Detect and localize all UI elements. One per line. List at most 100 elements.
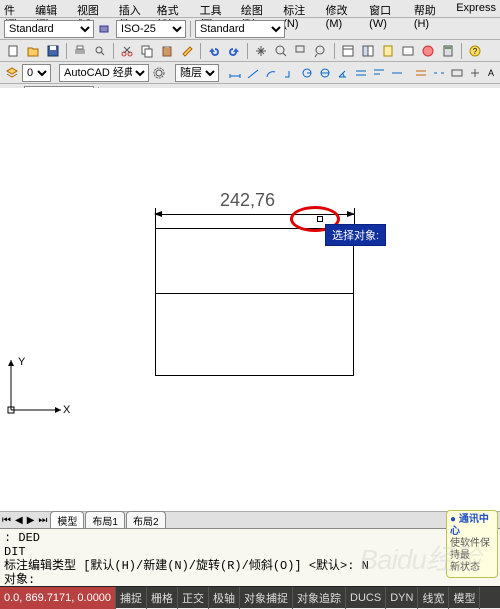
tab-first-icon[interactable]: ⏮ <box>0 515 13 526</box>
command-window[interactable]: : DED DIT 标注编辑类型 [默认(H)/新建(N)/旋转(R)/倾斜(O… <box>0 528 500 586</box>
menu-dim[interactable]: 标注(N) <box>283 2 317 15</box>
separator <box>113 43 114 59</box>
undo-icon[interactable] <box>205 42 223 60</box>
markup-icon[interactable] <box>419 42 437 60</box>
menu-modify[interactable]: 修改(M) <box>326 2 362 15</box>
rectangle[interactable] <box>155 228 354 376</box>
toolpalette-icon[interactable] <box>379 42 397 60</box>
statusbar: 0.0, 869.7171, 0.0000 捕捉 栅格 正交 极轴 对象捕捉 对… <box>0 586 500 608</box>
save-icon[interactable] <box>44 42 62 60</box>
dim-ordinate-icon[interactable] <box>281 64 297 82</box>
tolerance-icon[interactable] <box>449 64 465 82</box>
status-ducs[interactable]: DUCS <box>346 587 386 609</box>
menu-insert[interactable]: 插入(I) <box>119 2 149 15</box>
menu-draw[interactable]: 绘图(D) <box>241 2 275 15</box>
cmd-line: : DED <box>4 531 496 545</box>
gear-icon[interactable] <box>151 64 167 82</box>
status-coords[interactable]: 0.0, 869.7171, 0.0000 <box>0 587 116 609</box>
dcenter-icon[interactable] <box>359 42 377 60</box>
dim-arc-icon[interactable] <box>263 64 279 82</box>
menubar: 件(F) 编辑(E) 视图(V) 插入(I) 格式(O) 工具(T) 绘图(D)… <box>0 0 500 18</box>
status-ortho[interactable]: 正交 <box>178 587 209 609</box>
matchprop-icon[interactable] <box>178 42 196 60</box>
tab-next-icon[interactable]: ▶ <box>25 515 37 526</box>
status-lwt[interactable]: 线宽 <box>418 587 449 609</box>
menu-format[interactable]: 格式(O) <box>157 2 192 15</box>
status-otrack[interactable]: 对象追踪 <box>293 587 346 609</box>
tab-last-icon[interactable]: ⏭ <box>36 515 49 526</box>
pick-cursor <box>317 216 323 222</box>
pan-icon[interactable] <box>252 42 270 60</box>
menu-window[interactable]: 窗口(W) <box>369 2 406 15</box>
dim-angular-icon[interactable] <box>335 64 351 82</box>
svg-text:A: A <box>488 68 494 78</box>
balloon-text: 使软件保持最 <box>450 538 494 562</box>
dim-linear-icon[interactable] <box>227 64 243 82</box>
dim-aligned-icon[interactable] <box>245 64 261 82</box>
tab-model[interactable]: 模型 <box>50 511 84 529</box>
layer-manager-icon[interactable] <box>4 64 20 82</box>
workspace-drop[interactable]: AutoCAD 经典 <box>59 64 149 82</box>
status-model[interactable]: 模型 <box>449 587 480 609</box>
separator <box>461 43 462 59</box>
toolbar-standard: ? <box>0 40 500 62</box>
color-drop[interactable]: 随层 <box>175 64 219 82</box>
comm-center-balloon[interactable]: ● 通讯中心 使软件保持最 新状态 <box>446 510 498 578</box>
dim-style-drop[interactable]: ISO-25 <box>116 20 186 38</box>
centermark-icon[interactable] <box>467 64 483 82</box>
redo-icon[interactable] <box>225 42 243 60</box>
mid-line[interactable] <box>155 293 354 294</box>
balloon-text: 新状态 <box>450 562 494 574</box>
separator <box>190 21 191 37</box>
text-style-drop[interactable]: Standard <box>4 20 94 38</box>
calc-icon[interactable] <box>439 42 457 60</box>
menu-file[interactable]: 件(F) <box>4 2 27 15</box>
status-snap[interactable]: 捕捉 <box>116 587 147 609</box>
separator <box>66 43 67 59</box>
dim-continue-icon[interactable] <box>389 64 405 82</box>
dim-space-icon[interactable] <box>413 64 429 82</box>
arrow-left-icon <box>154 210 164 220</box>
properties-icon[interactable] <box>339 42 357 60</box>
cut-icon[interactable] <box>118 42 136 60</box>
zoom-icon[interactable] <box>272 42 290 60</box>
menu-help[interactable]: 帮助(H) <box>414 2 448 15</box>
svg-text:?: ? <box>473 47 478 56</box>
arrow-right-icon <box>347 210 357 220</box>
status-osnap[interactable]: 对象捕捉 <box>240 587 293 609</box>
tab-layout2[interactable]: 布局2 <box>126 511 166 529</box>
sheet-icon[interactable] <box>399 42 417 60</box>
status-grid[interactable]: 栅格 <box>147 587 178 609</box>
ucs-x-label: X <box>63 404 71 416</box>
dim-quick-icon[interactable] <box>353 64 369 82</box>
preview-icon[interactable] <box>91 42 109 60</box>
menu-view[interactable]: 视图(V) <box>77 2 111 15</box>
cmd-line: 标注编辑类型 [默认(H)/新建(N)/旋转(R)/倾斜(O)] <默认>: N <box>4 559 496 573</box>
paste-icon[interactable] <box>158 42 176 60</box>
open-icon[interactable] <box>24 42 42 60</box>
paint-icon[interactable] <box>96 20 114 38</box>
cmd-prompt[interactable]: 对象: <box>4 573 496 586</box>
print-icon[interactable] <box>71 42 89 60</box>
zoom-window-icon[interactable] <box>292 42 310 60</box>
menu-edit[interactable]: 编辑(E) <box>35 2 69 15</box>
drawing-canvas[interactable]: 242,76 选择对象: Y X <box>0 88 500 518</box>
dimension-text[interactable]: 242,76 <box>220 190 275 211</box>
zoom-prev-icon[interactable] <box>312 42 330 60</box>
menu-tools[interactable]: 工具(T) <box>200 2 233 15</box>
status-dyn[interactable]: DYN <box>386 587 418 609</box>
copy-icon[interactable] <box>138 42 156 60</box>
status-polar[interactable]: 极轴 <box>209 587 240 609</box>
new-icon[interactable] <box>4 42 22 60</box>
help-icon[interactable]: ? <box>466 42 484 60</box>
tab-prev-icon[interactable]: ◀ <box>13 515 25 526</box>
menu-express[interactable]: Express <box>456 2 496 15</box>
layer-drop[interactable]: 0 <box>22 64 51 82</box>
dim-break-icon[interactable] <box>431 64 447 82</box>
dimedit-icon[interactable]: A <box>485 64 500 82</box>
dim-diameter-icon[interactable] <box>317 64 333 82</box>
dim-baseline-icon[interactable] <box>371 64 387 82</box>
dim-radius-icon[interactable] <box>299 64 315 82</box>
tab-layout1[interactable]: 布局1 <box>85 511 125 529</box>
table-style-drop[interactable]: Standard <box>195 20 285 38</box>
